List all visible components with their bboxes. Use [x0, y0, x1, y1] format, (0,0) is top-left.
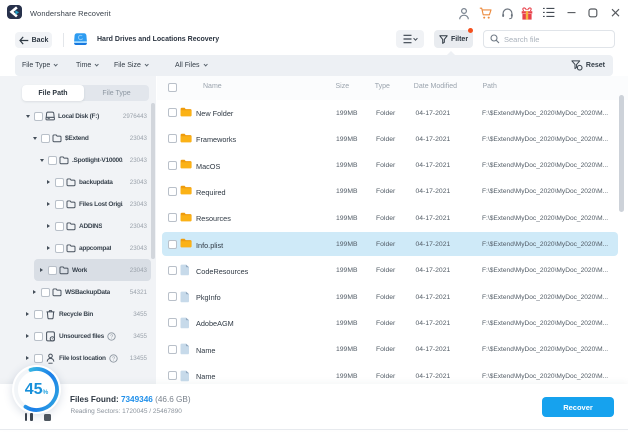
svg-text:?: ?: [110, 334, 113, 340]
svg-text:?: ?: [112, 356, 115, 362]
